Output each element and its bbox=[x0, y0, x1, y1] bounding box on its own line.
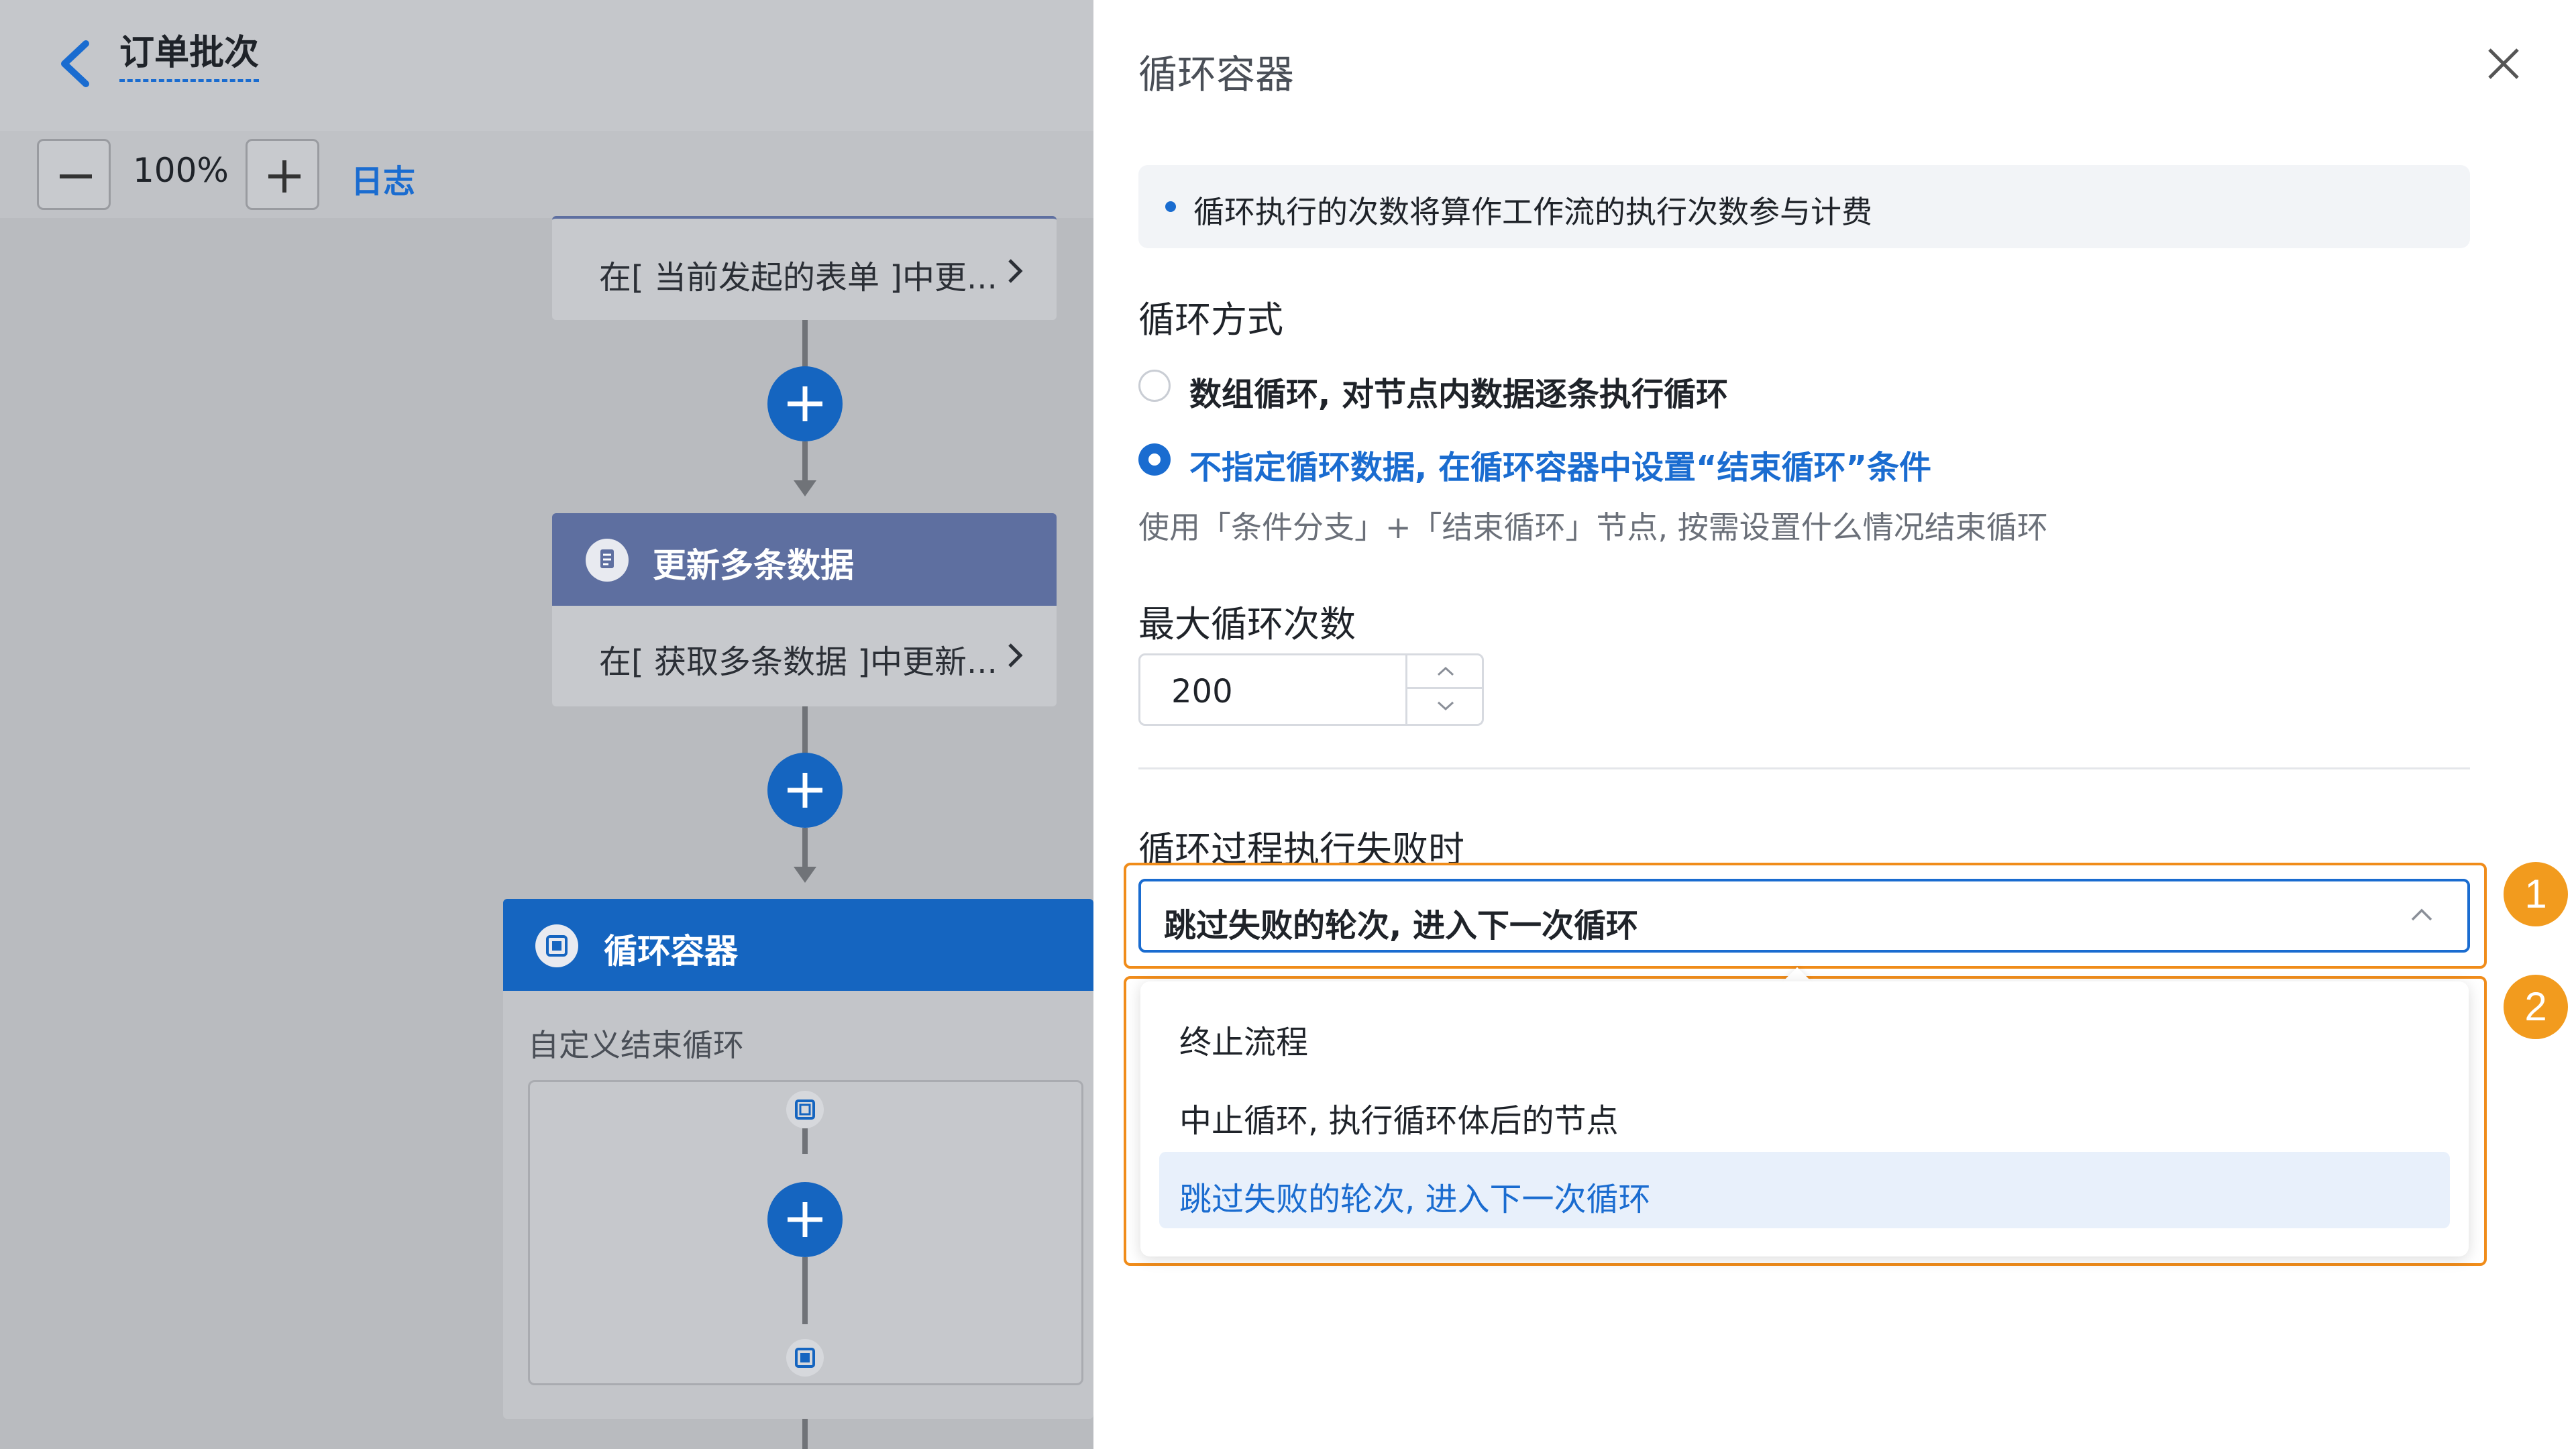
node-title: 循环容器 bbox=[604, 932, 738, 971]
on-failure-select[interactable]: 跳过失败的轮次, 进入下一次循环 bbox=[1138, 879, 2470, 953]
callout-badge-2: 2 bbox=[2504, 975, 2568, 1039]
radio-condition-loop-label[interactable]: 不指定循环数据, 在循环容器中设置“结束循环”条件 bbox=[1189, 441, 1931, 488]
node-body: 在[ 当前发起的表单 ]中更... bbox=[599, 259, 998, 297]
connector-line bbox=[802, 1128, 808, 1154]
callout-badge-1: 1 bbox=[2504, 862, 2568, 926]
chevron-up-icon bbox=[2411, 908, 2432, 921]
node-update-multi[interactable]: 更新多条数据 在[ 获取多条数据 ]中更新... bbox=[552, 513, 1057, 706]
on-failure-dropdown: 终止流程 中止循环, 执行循环体后的节点 跳过失败的轮次, 进入下一次循环 bbox=[1140, 981, 2469, 1256]
chevron-right-icon bbox=[1008, 259, 1023, 283]
workflow-title[interactable]: 订单批次 bbox=[119, 32, 260, 83]
option-skip-failed[interactable]: 跳过失败的轮次, 进入下一次循环 bbox=[1159, 1152, 2450, 1228]
radio-array-loop-label[interactable]: 数组循环, 对节点内数据逐条执行循环 bbox=[1189, 368, 1728, 415]
max-loops-label: 最大循环次数 bbox=[1138, 603, 1356, 645]
loop-mode-label: 循环方式 bbox=[1138, 299, 1283, 341]
option-terminate-flow[interactable]: 终止流程 bbox=[1159, 995, 2450, 1071]
plus-icon bbox=[788, 386, 822, 421]
loop-start-icon bbox=[786, 1091, 824, 1128]
connector-line bbox=[802, 441, 808, 482]
panel-title: 循环容器 bbox=[1138, 52, 1295, 97]
connector-line bbox=[802, 828, 808, 868]
document-icon bbox=[586, 539, 629, 582]
notice-text: 循环执行的次数将算作工作流的执行次数参与计费 bbox=[1193, 194, 1872, 230]
connector-line bbox=[802, 1419, 808, 1449]
config-panel: 循环容器 循环执行的次数将算作工作流的执行次数参与计费 循环方式 数组循环, 对… bbox=[1093, 0, 2576, 1449]
add-node-button[interactable] bbox=[767, 366, 843, 441]
connector-line bbox=[802, 1257, 808, 1324]
zoom-level: 100% bbox=[133, 151, 229, 190]
bullet-icon bbox=[1165, 201, 1176, 212]
divider bbox=[1138, 767, 2470, 769]
option-label: 跳过失败的轮次, 进入下一次循环 bbox=[1179, 1181, 1651, 1218]
node-body: 在[ 获取多条数据 ]中更新... bbox=[599, 643, 998, 681]
chevron-down-icon bbox=[1437, 701, 1454, 711]
loop-icon bbox=[535, 924, 578, 967]
option-stop-loop[interactable]: 中止循环, 执行循环体后的节点 bbox=[1159, 1073, 2450, 1150]
loop-end-icon bbox=[786, 1339, 824, 1377]
add-node-button[interactable] bbox=[767, 753, 843, 828]
chevron-up-icon bbox=[1437, 666, 1454, 676]
zoom-in-button[interactable] bbox=[246, 139, 319, 210]
loop-subtitle: 自定义结束循环 bbox=[528, 1027, 744, 1063]
loop-mode-hint: 使用「条件分支」+「结束循环」节点, 按需设置什么情况结束循环 bbox=[1138, 509, 2048, 545]
stepper-controls bbox=[1405, 655, 1484, 724]
plus-icon bbox=[788, 773, 822, 808]
on-failure-selected-value: 跳过失败的轮次, 进入下一次循环 bbox=[1164, 907, 1638, 945]
minus-icon bbox=[60, 174, 92, 178]
billing-notice: 循环执行的次数将算作工作流的执行次数参与计费 bbox=[1138, 165, 2470, 248]
decrement-button[interactable] bbox=[1407, 690, 1484, 724]
node-title: 更新多条数据 bbox=[653, 546, 854, 585]
radio-array-loop[interactable] bbox=[1138, 370, 1171, 402]
node-header: 更新多条数据 bbox=[552, 513, 1057, 606]
radio-condition-loop[interactable] bbox=[1138, 443, 1171, 476]
option-label: 终止流程 bbox=[1179, 1024, 1309, 1061]
zoom-toolbar: 100% 日志 bbox=[0, 131, 1093, 218]
max-loops-stepper[interactable]: 200 bbox=[1138, 653, 1484, 726]
plus-icon bbox=[788, 1202, 822, 1237]
option-label: 中止循环, 执行循环体后的节点 bbox=[1179, 1102, 1619, 1140]
node-update-form[interactable]: 在[ 当前发起的表单 ]中更... bbox=[552, 216, 1057, 320]
add-node-button[interactable] bbox=[767, 1182, 843, 1257]
arrow-down-icon bbox=[794, 867, 816, 883]
plus-icon bbox=[268, 160, 301, 193]
arrow-down-icon bbox=[794, 480, 816, 496]
chevron-right-icon bbox=[1008, 643, 1023, 667]
log-link[interactable]: 日志 bbox=[351, 155, 415, 202]
back-arrow-icon[interactable] bbox=[55, 37, 95, 91]
canvas-header: 订单批次 bbox=[0, 0, 1093, 131]
zoom-out-button[interactable] bbox=[37, 139, 111, 210]
max-loops-value[interactable]: 200 bbox=[1171, 673, 1233, 710]
node-header: 循环容器 bbox=[503, 899, 1093, 991]
increment-button[interactable] bbox=[1407, 655, 1484, 689]
workflow-canvas: 订单批次 100% 日志 在[ 当前发起的表单 ]中更... 更新多条数据 在[… bbox=[0, 0, 1093, 1449]
close-icon[interactable] bbox=[2487, 47, 2520, 80]
